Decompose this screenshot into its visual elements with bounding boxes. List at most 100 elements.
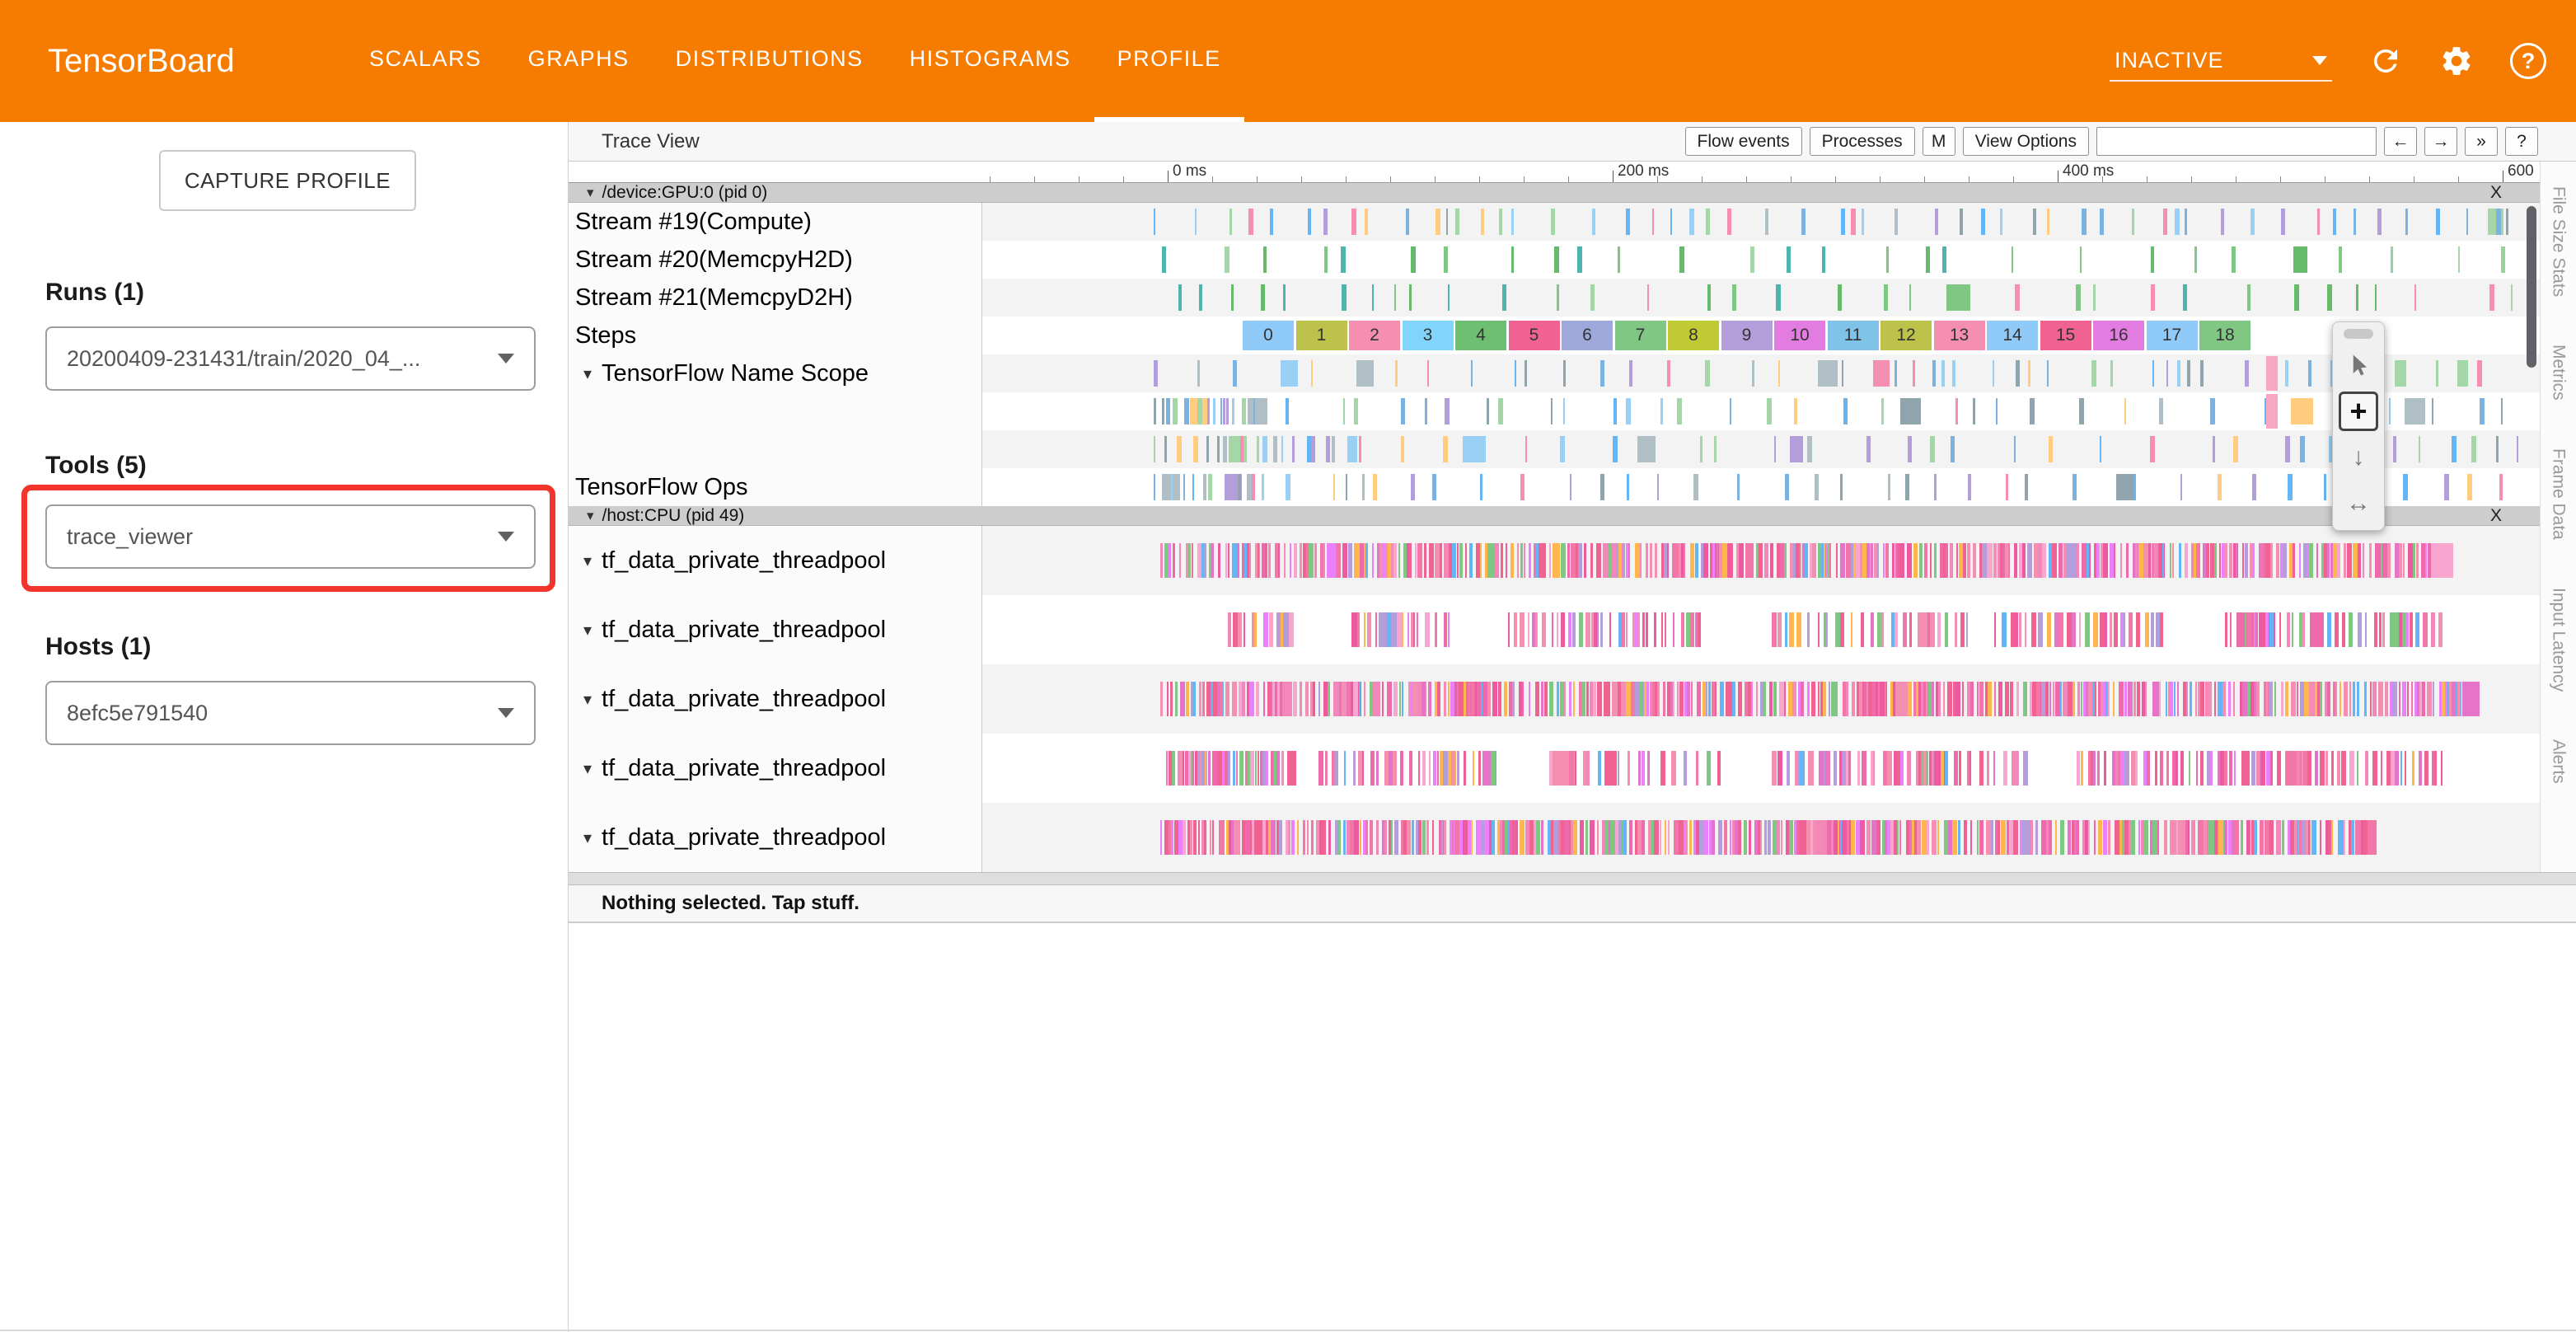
track-content[interactable] <box>982 354 2540 392</box>
m-button[interactable]: M <box>1923 127 1955 156</box>
step-block[interactable]: 17 <box>2147 321 2198 350</box>
selection-tool-button[interactable] <box>2339 345 2378 385</box>
hosts-dropdown[interactable]: 8efc5e791540 <box>45 681 536 745</box>
track-label[interactable]: ▾tf_data_private_threadpool <box>569 526 982 595</box>
trace-mark <box>1238 612 1242 647</box>
track-content[interactable] <box>982 430 2540 468</box>
step-block[interactable]: 13 <box>1934 321 1985 350</box>
track-label[interactable]: ▾tf_data_private_threadpool <box>569 734 982 803</box>
step-block[interactable]: 3 <box>1403 321 1454 350</box>
tab-distributions[interactable]: DISTRIBUTIONS <box>653 0 887 122</box>
track-label[interactable]: Steps <box>569 317 982 354</box>
tab-scalars[interactable]: SCALARS <box>346 0 505 122</box>
drag-handle[interactable] <box>2344 329 2373 339</box>
nav-left-button[interactable]: ← <box>2384 127 2417 156</box>
side-tab-file-size-stats[interactable]: File Size Stats <box>2549 186 2569 297</box>
collapse-arrow-icon[interactable]: ▾ <box>583 689 592 710</box>
step-block[interactable]: 16 <box>2093 321 2144 350</box>
track-label[interactable]: Stream #21(MemcpyD2H) <box>569 279 982 317</box>
view-options-button[interactable]: View Options <box>1963 127 2089 156</box>
side-tab-metrics[interactable]: Metrics <box>2549 345 2569 401</box>
collapse-arrow-icon[interactable]: ▾ <box>583 620 592 640</box>
track-label[interactable]: TensorFlow Ops <box>569 468 982 506</box>
step-block[interactable]: 0 <box>1243 321 1294 350</box>
track-content[interactable] <box>982 241 2540 279</box>
panel-splitter[interactable] <box>569 872 2576 885</box>
pan-tool-button[interactable]: ↓ <box>2339 438 2378 477</box>
trace-mark <box>1655 543 1657 578</box>
track-label[interactable] <box>569 392 982 430</box>
track-content[interactable] <box>982 468 2540 506</box>
step-block[interactable]: 12 <box>1880 321 1932 350</box>
zoom-tool-button[interactable]: + <box>2339 392 2378 431</box>
track-content[interactable]: 0123456789101112131415161718 <box>982 317 2540 354</box>
track-content[interactable] <box>982 526 2540 595</box>
side-tab-alerts[interactable]: Alerts <box>2549 739 2569 784</box>
track-label[interactable]: ▾tf_data_private_threadpool <box>569 664 982 734</box>
track-content[interactable] <box>982 392 2540 430</box>
step-block[interactable]: 14 <box>1987 321 2038 350</box>
nav-right-button[interactable]: → <box>2424 127 2457 156</box>
tab-profile[interactable]: PROFILE <box>1094 0 1244 122</box>
step-block[interactable]: 2 <box>1349 321 1400 350</box>
collapse-arrow-icon[interactable]: ▾ <box>583 828 592 848</box>
trace-mark <box>1212 820 1214 855</box>
step-block[interactable]: 5 <box>1509 321 1560 350</box>
runs-dropdown[interactable]: 20200409-231431/train/2020_04_... <box>45 326 536 391</box>
gpu-section-header[interactable]: ▾ /device:GPU:0 (pid 0) X <box>569 183 2540 203</box>
collapse-arrow-icon[interactable]: ▾ <box>587 185 594 201</box>
track-label[interactable]: ▾TensorFlow Name Scope <box>569 354 982 392</box>
step-block[interactable]: 18 <box>2199 321 2250 350</box>
track-content[interactable] <box>982 664 2540 734</box>
track-label[interactable]: ▾tf_data_private_threadpool <box>569 803 982 872</box>
capture-profile-button[interactable]: CAPTURE PROFILE <box>159 150 416 211</box>
collapse-arrow-icon[interactable]: ▾ <box>583 758 592 779</box>
step-block[interactable]: 7 <box>1615 321 1666 350</box>
trace-mark <box>2047 360 2049 387</box>
tab-graphs[interactable]: GRAPHS <box>505 0 653 122</box>
trace-mark <box>1994 612 1996 647</box>
step-block[interactable]: 15 <box>2040 321 2091 350</box>
gear-icon[interactable] <box>2439 44 2474 78</box>
step-block[interactable]: 1 <box>1296 321 1347 350</box>
track-label[interactable]: Stream #19(Compute) <box>569 203 982 241</box>
help-icon[interactable]: ? <box>2510 43 2546 79</box>
track-content[interactable] <box>982 279 2540 317</box>
track-label[interactable]: Stream #20(MemcpyH2D) <box>569 241 982 279</box>
trace-mark <box>2254 612 2255 647</box>
step-block[interactable]: 8 <box>1668 321 1719 350</box>
refresh-icon[interactable] <box>2368 44 2403 78</box>
step-block[interactable]: 6 <box>1562 321 1613 350</box>
track-content[interactable] <box>982 203 2540 241</box>
cpu-close-button[interactable]: X <box>2490 506 2502 526</box>
track-content[interactable] <box>982 595 2540 664</box>
cpu-section-header[interactable]: ▾ /host:CPU (pid 49) X <box>569 506 2540 526</box>
vertical-scrollbar[interactable] <box>2527 206 2536 368</box>
step-block[interactable]: 11 <box>1828 321 1879 350</box>
collapse-arrow-icon[interactable]: ▾ <box>587 508 594 524</box>
trace-mark <box>1691 682 1693 716</box>
gpu-close-button[interactable]: X <box>2490 183 2502 203</box>
track-content[interactable] <box>982 803 2540 872</box>
collapse-arrow-icon[interactable]: ▾ <box>583 551 592 571</box>
processes-button[interactable]: Processes <box>1810 127 1915 156</box>
flow-events-button[interactable]: Flow events <box>1685 127 1802 156</box>
trace-search-input[interactable] <box>2096 127 2377 156</box>
step-block[interactable]: 10 <box>1774 321 1825 350</box>
trace-mark <box>1932 820 1937 855</box>
nav-fast-button[interactable]: » <box>2465 127 2498 156</box>
tab-histograms[interactable]: HISTOGRAMS <box>887 0 1094 122</box>
track-content[interactable] <box>982 734 2540 803</box>
step-block[interactable]: 9 <box>1721 321 1773 350</box>
side-tab-frame-data[interactable]: Frame Data <box>2549 448 2569 540</box>
track-label[interactable] <box>569 430 982 468</box>
trace-help-button[interactable]: ? <box>2505 127 2538 156</box>
collapse-arrow-icon[interactable]: ▾ <box>583 363 592 384</box>
timing-tool-button[interactable]: ↔ <box>2339 484 2378 523</box>
track-label[interactable]: ▾tf_data_private_threadpool <box>569 595 982 664</box>
status-dropdown[interactable]: INACTIVE <box>2110 41 2332 82</box>
step-block[interactable]: 4 <box>1455 321 1506 350</box>
trace-mark <box>1629 360 1632 387</box>
tools-dropdown[interactable]: trace_viewer <box>45 504 536 569</box>
side-tab-input-latency[interactable]: Input Latency <box>2549 588 2569 692</box>
